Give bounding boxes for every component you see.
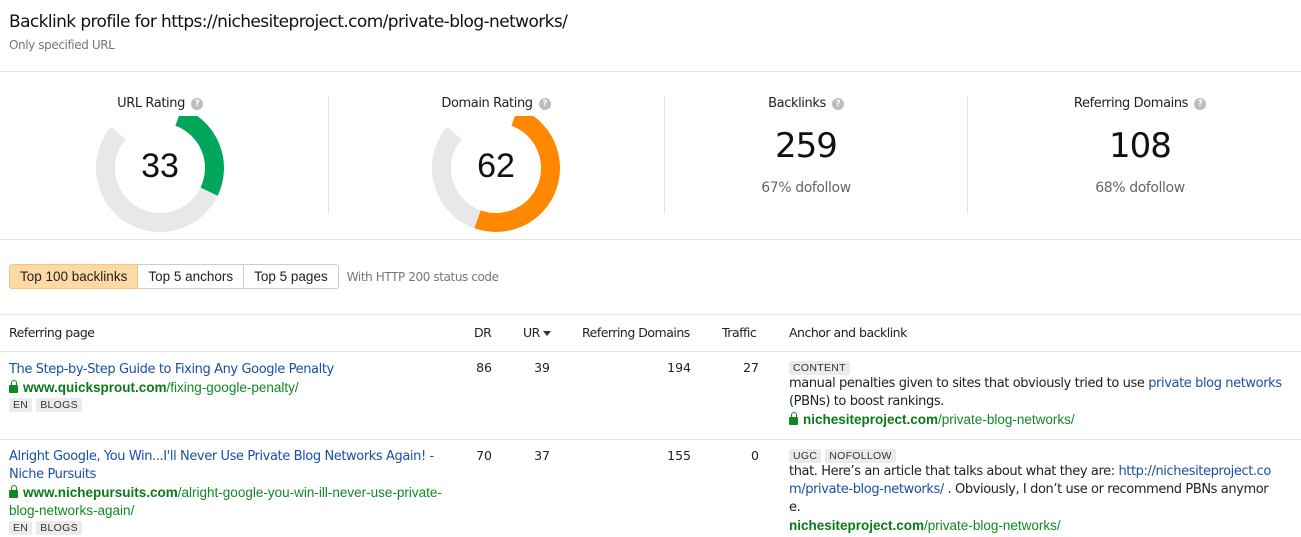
- referring-domains-value[interactable]: 194: [640, 360, 691, 375]
- help-icon[interactable]: ?: [538, 97, 551, 110]
- header-divider: [0, 71, 1301, 72]
- traffic-value[interactable]: 27: [720, 360, 759, 375]
- anchor-cell: UGC NOFOLLOW that. Here’s an article tha…: [789, 448, 1279, 535]
- url-rating-gauge: 33: [94, 107, 226, 232]
- col-referring-domains[interactable]: Referring Domains: [582, 325, 690, 340]
- col-ur-label: UR: [523, 325, 540, 340]
- dr-value: 70: [476, 448, 492, 463]
- backlinks-dofollow: 67% dofollow: [761, 180, 851, 196]
- target-url[interactable]: nichesiteproject.com/private-blog-networ…: [789, 517, 1279, 535]
- anchor-before-text: that. Here’s an article that talks about…: [789, 464, 1119, 479]
- referring-page-title-link[interactable]: Alright Google, You Win...I'll Never Use…: [9, 448, 449, 484]
- referring-page-url[interactable]: www.quicksprout.com/fixing-google-penalt…: [9, 379, 449, 397]
- tab-top-5-anchors[interactable]: Top 5 anchors: [138, 264, 245, 289]
- url-rating-value: 33: [141, 147, 179, 185]
- metrics-divider: [0, 239, 1301, 240]
- link-type-tag: UGC: [789, 449, 822, 463]
- language-tag: EN: [9, 521, 33, 535]
- anchor-context: that. Here’s an article that talks about…: [789, 463, 1279, 517]
- link-rel-tag: NOFOLLOW: [825, 449, 896, 463]
- link-type-tag: CONTENT: [789, 361, 850, 375]
- domain-rating-metric: Domain Rating ? 62: [396, 94, 596, 232]
- url-rating-metric: URL Rating ? 33: [60, 94, 260, 232]
- referring-domains-dofollow: 68% dofollow: [1095, 180, 1185, 196]
- referring-page-url[interactable]: www.nichepursuits.com/alright-google-you…: [9, 484, 449, 520]
- help-icon[interactable]: ?: [831, 97, 844, 110]
- url-path: /fixing-google-penalty/: [166, 380, 299, 395]
- link-tags: CONTENT: [789, 361, 1289, 375]
- page-tags: EN BLOGS: [9, 398, 449, 412]
- referring-page-title-link[interactable]: The Step-by-Step Guide to Fixing Any Goo…: [9, 362, 334, 377]
- target-domain: nichesiteproject.com: [803, 412, 939, 427]
- url-domain: www.nichepursuits.com: [23, 485, 178, 500]
- anchor-after-text: (PBNs) to boost rankings.: [789, 394, 944, 409]
- tab-top-100-backlinks[interactable]: Top 100 backlinks: [9, 264, 139, 289]
- page-title: Backlink profile for https://nichesitepr…: [9, 12, 568, 32]
- referring-domains-value[interactable]: 155: [640, 448, 691, 463]
- metric-divider: [664, 96, 665, 214]
- anchor-before-text: manual penalties given to sites that obv…: [789, 376, 1149, 391]
- target-url[interactable]: nichesiteproject.com/private-blog-networ…: [789, 411, 1289, 429]
- backlinks-label: Backlinks: [768, 96, 826, 111]
- anchor-cell: CONTENT manual penalties given to sites …: [789, 360, 1289, 429]
- target-domain: nichesiteproject.com: [789, 518, 925, 533]
- domain-rating-label: Domain Rating: [441, 96, 533, 111]
- col-anchor-and-backlink[interactable]: Anchor and backlink: [789, 325, 907, 340]
- referring-domains-label: Referring Domains: [1073, 96, 1189, 111]
- referring-domains-value[interactable]: 108: [1040, 126, 1240, 166]
- ur-value: 39: [534, 360, 550, 375]
- lock-icon: [789, 412, 798, 425]
- category-tag: BLOGS: [36, 398, 82, 412]
- col-dr[interactable]: DR: [474, 325, 492, 340]
- table-header-divider: [0, 351, 1301, 352]
- url-rating-label: URL Rating: [117, 96, 185, 111]
- sort-desc-icon: [542, 331, 551, 336]
- target-path: /private-blog-networks/: [924, 518, 1061, 533]
- status-filter-note: With HTTP 200 status code: [346, 269, 499, 284]
- domain-rating-gauge: 62: [430, 107, 562, 232]
- url-domain: www.quicksprout.com: [23, 380, 167, 395]
- lock-icon: [9, 485, 18, 498]
- tab-top-5-pages[interactable]: Top 5 pages: [244, 264, 339, 289]
- col-ur[interactable]: UR: [523, 325, 551, 340]
- traffic-value[interactable]: 0: [720, 448, 759, 463]
- help-icon[interactable]: ?: [190, 97, 203, 110]
- metric-divider: [967, 96, 968, 214]
- table-top-divider: [0, 314, 1301, 315]
- backlinks-metric: Backlinks ? 259 67% dofollow: [706, 94, 906, 214]
- row-divider: [0, 439, 1301, 440]
- page-tags: EN BLOGS: [9, 521, 449, 535]
- report-tabs: Top 100 backlinks Top 5 anchors Top 5 pa…: [9, 264, 499, 289]
- anchor-link[interactable]: private blog networks: [1148, 376, 1282, 391]
- referring-page-cell: Alright Google, You Win...I'll Never Use…: [9, 448, 449, 535]
- ur-value: 37: [534, 448, 550, 463]
- language-tag: EN: [9, 398, 33, 412]
- referring-page-cell: The Step-by-Step Guide to Fixing Any Goo…: [9, 360, 449, 412]
- col-traffic[interactable]: Traffic: [722, 325, 757, 340]
- anchor-context: manual penalties given to sites that obv…: [789, 375, 1289, 411]
- page-subtitle: Only specified URL: [9, 38, 115, 52]
- dr-value: 86: [476, 360, 492, 375]
- referring-domains-metric: Referring Domains ? 108 68% dofollow: [1040, 94, 1240, 214]
- domain-rating-value: 62: [477, 147, 515, 185]
- lock-icon: [9, 380, 18, 393]
- col-referring-page[interactable]: Referring page: [9, 325, 95, 340]
- metric-divider: [328, 96, 329, 214]
- link-tags: UGC NOFOLLOW: [789, 449, 1279, 463]
- help-icon[interactable]: ?: [1194, 97, 1207, 110]
- category-tag: BLOGS: [36, 521, 82, 535]
- page-header: Backlink profile for https://nichesitepr…: [9, 12, 568, 52]
- backlinks-value[interactable]: 259: [706, 126, 906, 166]
- target-path: /private-blog-networks/: [938, 412, 1075, 427]
